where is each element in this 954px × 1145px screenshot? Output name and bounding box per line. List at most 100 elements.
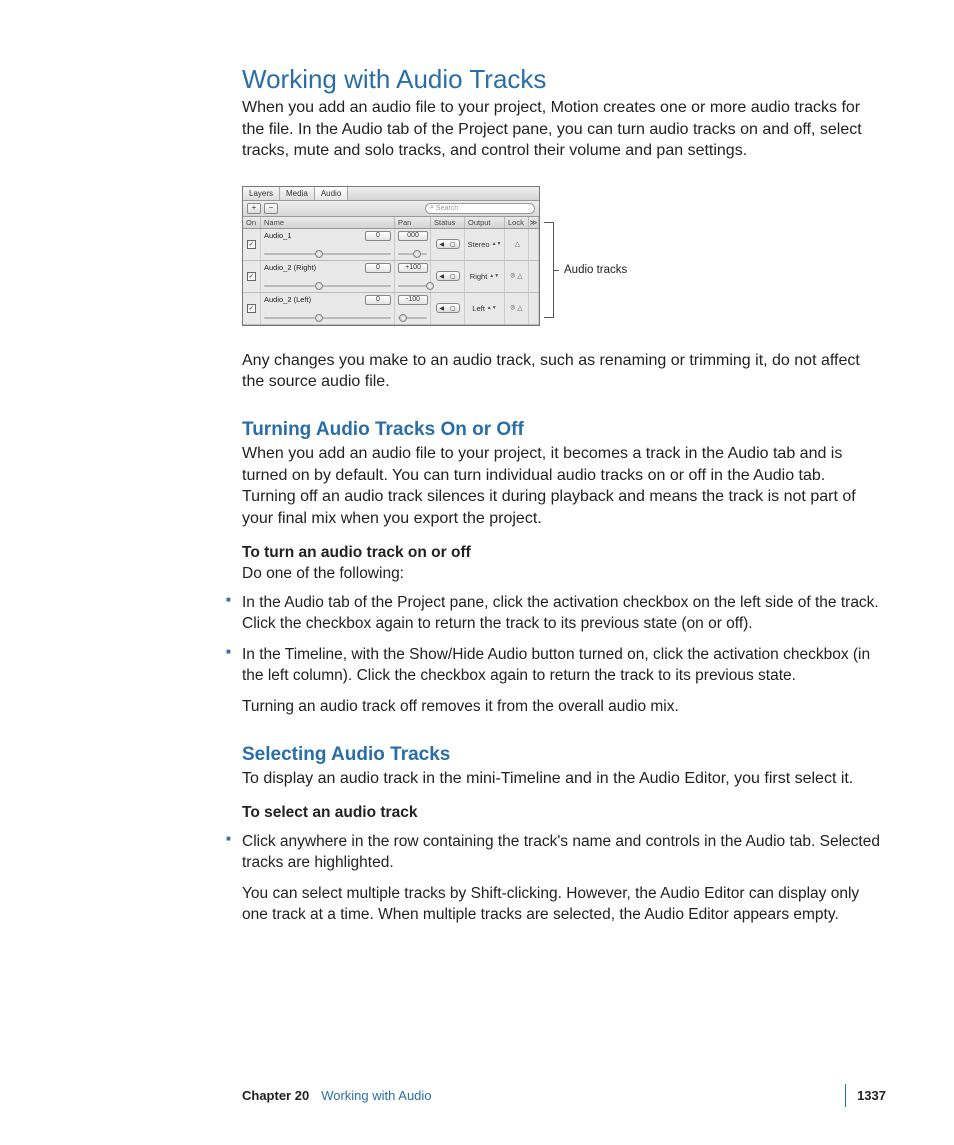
level-slider[interactable] <box>264 250 391 258</box>
search-placeholder: Search <box>436 205 458 212</box>
search-field[interactable]: ⌕ Search <box>425 203 535 214</box>
track-end-cell <box>529 229 539 260</box>
track-name-label: Audio_2 (Right) <box>264 263 316 272</box>
add-button[interactable]: + <box>247 203 261 214</box>
track-status-cell: ◀▢ <box>431 229 465 260</box>
tab-audio[interactable]: Audio <box>315 187 348 200</box>
mute-icon: ◀ <box>439 305 444 312</box>
mute-solo-toggle[interactable]: ◀▢ <box>436 239 460 249</box>
solo-icon: ▢ <box>450 241 456 248</box>
track-name-cell: Audio_2 (Right) 0 <box>261 261 395 292</box>
track-lock-cell: △ <box>505 229 529 260</box>
pan-value[interactable]: -100 <box>398 295 428 305</box>
footer-title: Working with Audio <box>321 1088 431 1103</box>
track-output-cell[interactable]: Stereo▲▼ <box>465 229 505 260</box>
track-pan-cell: -100 <box>395 293 431 324</box>
track-lock-cell: ⦻△ <box>505 293 529 324</box>
track-name-cell: Audio_1 0 <box>261 229 395 260</box>
track-output-cell[interactable]: Right▲▼ <box>465 261 505 292</box>
solo-icon: ▢ <box>450 273 456 280</box>
track-status-cell: ◀▢ <box>431 293 465 324</box>
lock-icon[interactable]: △ <box>517 272 522 280</box>
output-label: Stereo <box>467 240 489 249</box>
document-page: Working with Audio Tracks When you add a… <box>0 0 954 926</box>
track-row[interactable]: ✓Audio_2 (Right)0+100◀▢Right▲▼⦻△ <box>243 261 539 293</box>
audio-panel-figure: Layers Media Audio + − ⌕ Search On Name … <box>242 186 882 326</box>
activation-checkbox[interactable]: ✓ <box>247 240 256 249</box>
section-selecting-body: To display an audio track in the mini-Ti… <box>242 768 882 790</box>
audio-panel: Layers Media Audio + − ⌕ Search On Name … <box>242 186 540 326</box>
mute-icon: ◀ <box>439 273 444 280</box>
track-lock-cell: ⦻△ <box>505 261 529 292</box>
bullet-item: In the Audio tab of the Project pane, cl… <box>226 593 882 635</box>
column-name: Name <box>261 217 395 228</box>
track-row[interactable]: ✓Audio_2 (Left)0-100◀▢Left▲▼⦻△ <box>243 293 539 325</box>
mute-solo-toggle[interactable]: ◀▢ <box>436 303 460 313</box>
mute-solo-toggle[interactable]: ◀▢ <box>436 271 460 281</box>
panel-tabs: Layers Media Audio <box>243 187 539 201</box>
instr-bold: To turn an audio track on or off <box>242 544 471 561</box>
section-turning-heading: Turning Audio Tracks On or Off <box>242 419 882 441</box>
section-turning-bullets: In the Audio tab of the Project pane, cl… <box>242 593 882 687</box>
activation-checkbox[interactable]: ✓ <box>247 272 256 281</box>
track-row[interactable]: ✓Audio_10000◀▢Stereo▲▼△ <box>243 229 539 261</box>
level-value[interactable]: 0 <box>365 231 391 241</box>
search-icon: ⌕ <box>430 204 434 212</box>
instr-bold: To select an audio track <box>242 804 417 821</box>
bullet-item: Click anywhere in the row containing the… <box>226 832 882 874</box>
column-output: Output <box>465 217 505 228</box>
section-selecting-after: You can select multiple tracks by Shift-… <box>242 884 882 926</box>
level-value[interactable]: 0 <box>365 295 391 305</box>
mute-icon: ◀ <box>439 241 444 248</box>
column-status: Status <box>431 217 465 228</box>
lock-icon[interactable]: △ <box>517 304 522 312</box>
section-turning-body: When you add an audio file to your proje… <box>242 443 882 529</box>
section-selecting-instructions: To select an audio track <box>242 803 882 824</box>
section-selecting-bullets: Click anywhere in the row containing the… <box>242 832 882 874</box>
tab-layers[interactable]: Layers <box>243 187 280 200</box>
link-icon[interactable]: ⦻ <box>510 304 515 312</box>
footer-chapter: Chapter 20 <box>242 1088 309 1103</box>
level-slider[interactable] <box>264 282 391 290</box>
page-footer: Chapter 20 Working with Audio 1337 <box>242 1088 886 1103</box>
after-figure-paragraph: Any changes you make to an audio track, … <box>242 350 882 393</box>
section-turning-after: Turning an audio track off removes it fr… <box>242 697 882 718</box>
section-turning-instructions: To turn an audio track on or off Do one … <box>242 543 882 585</box>
tab-media[interactable]: Media <box>280 187 315 200</box>
output-stepper-icon: ▲▼ <box>492 242 502 246</box>
link-icon[interactable]: ⦻ <box>510 272 515 280</box>
output-label: Left <box>472 304 485 313</box>
remove-button[interactable]: − <box>264 203 278 214</box>
pan-slider[interactable] <box>398 250 427 258</box>
track-output-cell[interactable]: Left▲▼ <box>465 293 505 324</box>
callout-label: Audio tracks <box>564 264 627 276</box>
track-name-cell: Audio_2 (Left) 0 <box>261 293 395 324</box>
instr-rest: Do one of the following: <box>242 565 404 582</box>
footer-page-number: 1337 <box>857 1088 886 1103</box>
track-on-cell: ✓ <box>243 293 261 324</box>
tracks-list: ✓Audio_10000◀▢Stereo▲▼△✓Audio_2 (Right)0… <box>243 229 539 325</box>
bullet-item: In the Timeline, with the Show/Hide Audi… <box>226 645 882 687</box>
column-on: On <box>243 217 261 228</box>
solo-icon: ▢ <box>450 305 456 312</box>
track-name-label: Audio_1 <box>264 231 292 240</box>
column-header-row: On Name Pan Status Output Lock ≫ <box>243 217 539 229</box>
track-pan-cell: 000 <box>395 229 431 260</box>
pan-slider[interactable] <box>398 314 427 322</box>
pan-value[interactable]: +100 <box>398 263 428 273</box>
intro-paragraph: When you add an audio file to your proje… <box>242 97 882 162</box>
column-expand[interactable]: ≫ <box>529 217 539 228</box>
output-stepper-icon: ▲▼ <box>487 306 497 310</box>
level-slider[interactable] <box>264 314 391 322</box>
activation-checkbox[interactable]: ✓ <box>247 304 256 313</box>
track-status-cell: ◀▢ <box>431 261 465 292</box>
pan-slider[interactable] <box>398 282 427 290</box>
pan-value[interactable]: 000 <box>398 231 428 241</box>
lock-icon[interactable]: △ <box>515 240 520 248</box>
level-value[interactable]: 0 <box>365 263 391 273</box>
track-name-label: Audio_2 (Left) <box>264 295 311 304</box>
column-pan: Pan <box>395 217 431 228</box>
track-on-cell: ✓ <box>243 261 261 292</box>
track-pan-cell: +100 <box>395 261 431 292</box>
footer-rule <box>845 1084 846 1107</box>
